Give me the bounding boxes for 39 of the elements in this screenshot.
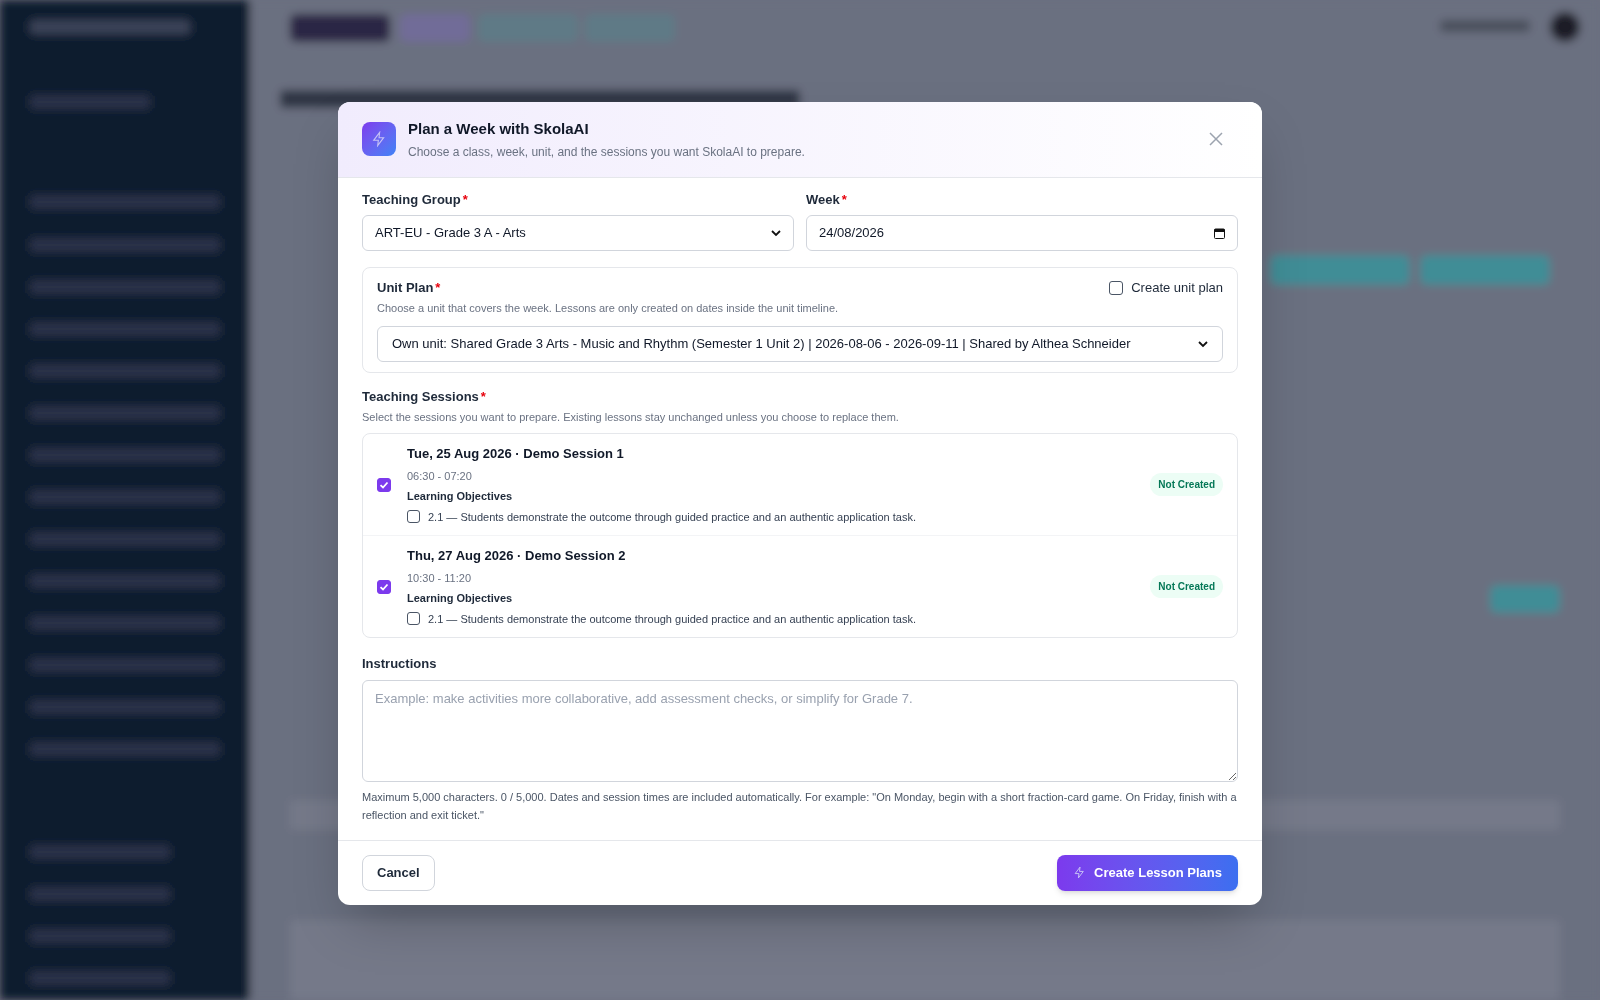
help-text: Maximum 5,000 characters. 0 / 5,000. Dates and session times are included automatically. For example: "On Monday, begin with a short fraction-card game. On Friday, finish with a reflection and exit ticket." bbox=[362, 789, 1238, 823]
dialog-subtitle: Choose a class, week, unit, and the sessions you want SkolaAI to prepare. bbox=[408, 143, 806, 161]
session-title: Thu, 27 Aug 2026 · Demo Session 2 bbox=[407, 547, 627, 565]
objective-text: 2.1 — Students demonstrate the outcome through guided practice and an authentic application task. bbox=[428, 611, 916, 627]
date-field[interactable]: 24/08/2026 bbox=[806, 215, 1238, 251]
objective-text: 2.1 — Students demonstrate the outcome through guided practice and an authentic application task. bbox=[428, 509, 916, 525]
status-badge: Not Created bbox=[1150, 575, 1223, 598]
create-button[interactable]: Create Lesson Plans bbox=[1057, 854, 1238, 891]
session-title: Tue, 25 Aug 2026 · Demo Session 1 bbox=[407, 445, 625, 463]
checkmark-icon bbox=[379, 479, 389, 490]
lightning-icon bbox=[1073, 866, 1087, 879]
field-label: Week* bbox=[806, 190, 848, 209]
caret-icon bbox=[1198, 340, 1208, 348]
field-label: Teaching Sessions* bbox=[362, 388, 487, 406]
checkbox[interactable] bbox=[1109, 280, 1124, 295]
checkbox[interactable] bbox=[407, 510, 420, 524]
status-badge: Not Created bbox=[1150, 473, 1223, 496]
field-label: Unit Plan* bbox=[377, 279, 441, 297]
field-hint: Choose a unit that covers the week. Lessons are only created on dates inside the unit timeline. bbox=[377, 300, 840, 316]
field-label: Teaching Group* bbox=[362, 190, 469, 209]
dialog-title: Plan a Week with SkolaAI bbox=[408, 119, 590, 139]
field-label: Instructions bbox=[362, 655, 438, 673]
objectives-label: Learning Objectives bbox=[407, 591, 514, 606]
field-hint: Select the sessions you want to prepare. Existing lessons stay unchanged unless you choose to replace them. bbox=[362, 409, 900, 425]
select-field[interactable]: Own unit: Shared Grade 3 Arts - Music and Rhythm (Semester 1 Unit 2) | 2026-08-06 - 2026-09-11 | Shared by Althea Schneider bbox=[377, 326, 1223, 362]
instructions-field[interactable]: Example: make activities more collaborative, add assessment checks, or simplify for Grade 7. bbox=[362, 679, 1238, 782]
checkbox[interactable] bbox=[377, 477, 391, 492]
cancel-button[interactable]: Cancel bbox=[362, 854, 435, 891]
session-time: 06:30 - 07:20 bbox=[407, 468, 473, 484]
calendar-icon bbox=[1214, 227, 1225, 239]
session-time: 10:30 - 11:20 bbox=[407, 570, 472, 586]
caret-icon bbox=[771, 229, 781, 237]
lightning-icon bbox=[362, 122, 396, 157]
checkbox-label: Create unit plan bbox=[1131, 279, 1223, 297]
objectives-label: Learning Objectives bbox=[407, 489, 514, 504]
select-field[interactable]: ART-EU - Grade 3 A - Arts bbox=[362, 215, 794, 251]
checkbox[interactable] bbox=[377, 579, 391, 594]
checkmark-icon bbox=[379, 581, 389, 592]
checkbox[interactable] bbox=[407, 612, 420, 626]
